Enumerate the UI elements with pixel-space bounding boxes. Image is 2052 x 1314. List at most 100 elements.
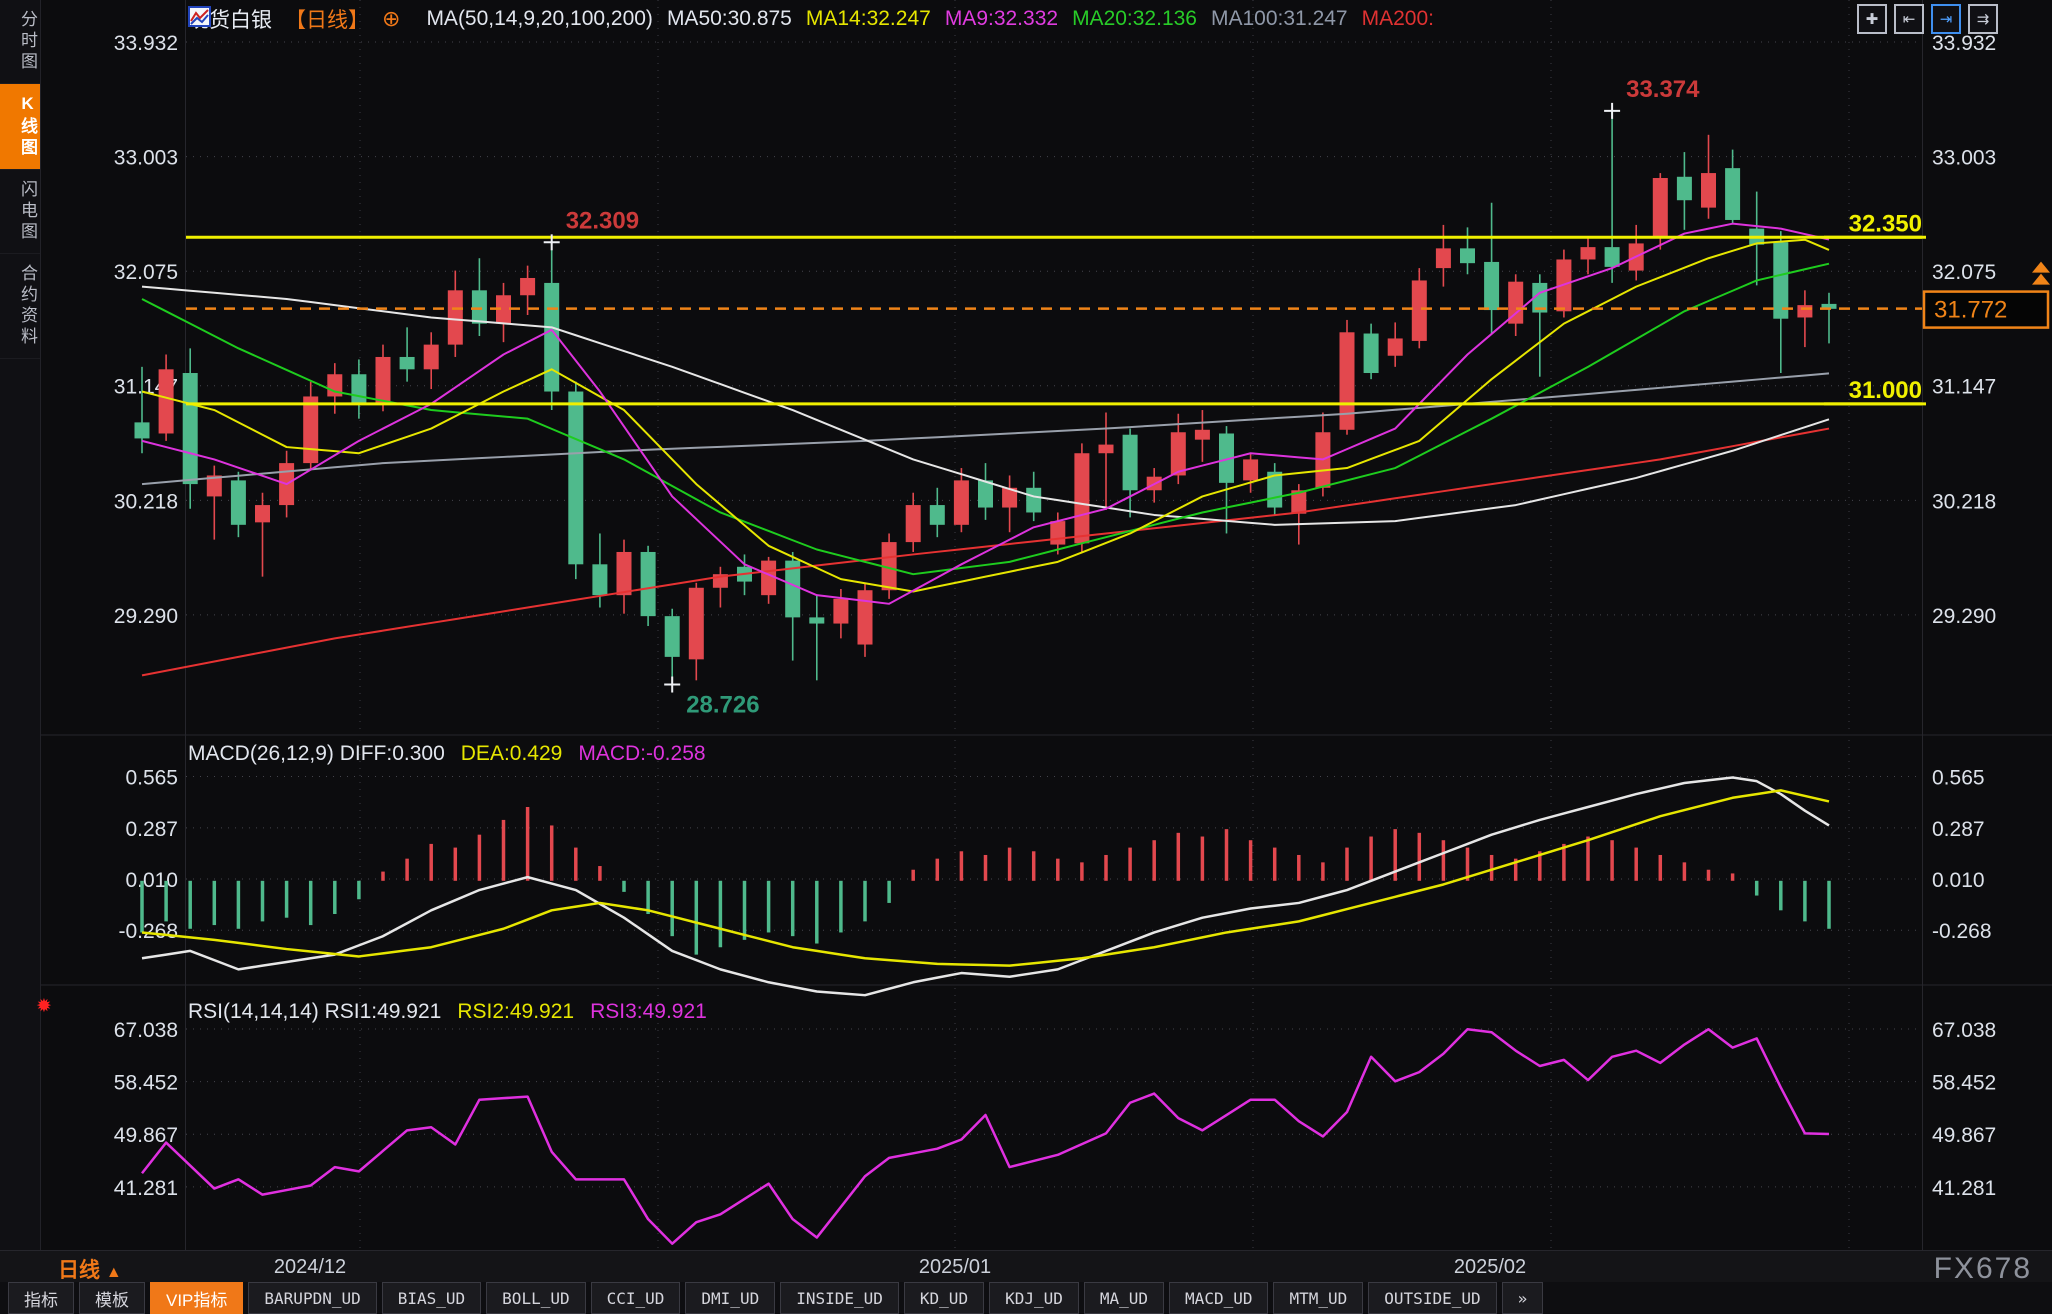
ma-label-5: MA100:31.247 [1211,7,1348,30]
hline-price-label: 32.350 [1849,210,1922,237]
candle-body [135,422,150,438]
candle-body [641,552,656,616]
left-sidebar: 分时图K线图闪电图合约资料 [0,0,41,1250]
tab-CCI_UD[interactable]: CCI_UD [591,1282,681,1314]
tab-INSIDE_UD[interactable]: INSIDE_UD [780,1282,899,1314]
rsi-header-part-2: RSI3:49.921 [590,1000,707,1024]
candle-body [833,599,848,624]
chart-title-bar: 现货白银 【日线】 ⊕ MA(50,14,9,20,100,200)MA50:3… [188,6,1448,32]
price-axis-left-label: 30.218 [114,490,178,513]
period-label: 日线 [58,1259,100,1282]
time-axis-row: 日线 ▲ 2024/12 2025/01 2025/02 [0,1250,2052,1283]
price-axis-right-label: 31.147 [1932,376,1996,399]
candle-body [1243,459,1258,480]
macd-axis-left-label: -0.268 [118,920,178,943]
date-label-2: 2025/02 [1454,1256,1526,1279]
candle-body [568,392,583,565]
price-axis-left-label: 32.075 [114,261,178,284]
rsi-axis-left-label: 58.452 [114,1072,178,1095]
tab-BIAS_UD[interactable]: BIAS_UD [382,1282,481,1314]
macd-axis-left-label: 0.287 [125,818,178,841]
tab-BARUPDN_UD[interactable]: BARUPDN_UD [248,1282,376,1314]
ma-label-6: MA200: [1362,7,1434,30]
auto-scroll-icon[interactable]: ⇥ [1931,4,1961,34]
price-annotation: 33.374 [1626,76,1700,103]
last-price-value: 31.772 [1934,297,2007,324]
date-label-1: 2025/01 [919,1256,991,1279]
candle-body [376,357,391,404]
candle-body [448,290,463,344]
candle-body [1701,173,1716,208]
candle-body [231,480,246,524]
crosshair-pan-icon[interactable]: ✚ [1857,4,1887,34]
candle-body [1605,247,1620,267]
candle-body [1797,305,1812,317]
price-axis-right-label: 33.003 [1932,147,1996,170]
ma-label-2: MA14:32.247 [806,7,931,30]
candle-body [809,617,824,623]
candle-body [1123,435,1138,491]
macd-axis-right-label: -0.268 [1932,920,1992,943]
candle-body [424,345,439,370]
candle-body [1195,430,1210,440]
tab-more-chevron[interactable]: » [1502,1282,1544,1314]
rsi-line [142,1029,1829,1243]
tab-DMI_UD[interactable]: DMI_UD [685,1282,775,1314]
ma20-line [142,264,1829,575]
candle-body [689,588,704,660]
ma-label-3: MA9:32.332 [945,7,1058,30]
tab-指标[interactable]: 指标 [8,1282,74,1314]
candle-body [520,278,535,295]
candle-body [1412,280,1427,340]
rsi-header-part-1: RSI2:49.921 [457,1000,574,1024]
sidebar-item-1[interactable]: K线图 [0,84,40,170]
collapse-panel-icon[interactable]: ⇉ [1968,4,1998,34]
tab-MA_UD[interactable]: MA_UD [1084,1282,1164,1314]
candle-body [978,480,993,507]
candle-body [159,369,174,433]
rsi-axis-left-label: 41.281 [114,1177,178,1200]
triangle-up-icon: ▲ [106,1264,122,1281]
tab-BOLL_UD[interactable]: BOLL_UD [486,1282,585,1314]
candle-body [1074,453,1089,543]
candle-body [954,480,969,524]
ma-label-1: MA50:30.875 [667,7,792,30]
date-label-0: 2024/12 [274,1256,346,1279]
tab-MACD_UD[interactable]: MACD_UD [1169,1282,1268,1314]
sidebar-item-3[interactable]: 合约资料 [0,254,40,359]
tab-MTM_UD[interactable]: MTM_UD [1273,1282,1363,1314]
period-tag[interactable]: 【日线】 [285,4,369,34]
candle-body [1436,248,1451,268]
candle-body [592,564,607,595]
candle-body [1725,168,1740,220]
tab-模板[interactable]: 模板 [79,1282,145,1314]
price-annotation: 32.309 [566,207,639,234]
rsi-axis-right-label: 41.281 [1932,1177,1996,1200]
candle-body [1581,247,1596,259]
macd-header-part-0: MACD(26,12,9) DIFF:0.300 [188,742,445,766]
candle-body [930,505,945,525]
axis-scale-left-icon[interactable]: ⇤ [1894,4,1924,34]
candle-body [1050,521,1065,544]
candle-body [1653,178,1668,237]
circle-plus-icon[interactable]: ⊕ [382,6,400,32]
tab-KD_UD[interactable]: KD_UD [904,1282,984,1314]
tab-OUTSIDE_UD[interactable]: OUTSIDE_UD [1368,1282,1496,1314]
candle-body [400,357,415,369]
tab-VIP指标[interactable]: VIP指标 [150,1282,243,1314]
price-axis-left-label: 29.290 [114,605,178,628]
sidebar-item-2[interactable]: 闪电图 [0,170,40,254]
candle-body [1677,177,1692,200]
macd-axis-right-label: 0.287 [1932,818,1985,841]
scroll-up-arrow-icon [2032,274,2050,285]
sun-marker-icon[interactable]: ✹ [36,995,52,1018]
price-chart-canvas[interactable]: 33.93233.93233.00333.00332.07532.07531.1… [0,0,2052,1250]
macd-header-part-2: MACD:-0.258 [578,742,705,766]
period-selector-button[interactable]: 日线 ▲ [58,1254,122,1284]
candle-body [1460,248,1475,263]
ma-values-row: MA(50,14,9,20,100,200)MA50:30.875MA14:32… [426,7,1448,31]
price-axis-right-label: 30.218 [1932,490,1996,513]
indicator-tab-bar: 指标模板VIP指标BARUPDN_UDBIAS_UDBOLL_UDCCI_UDD… [0,1282,2052,1314]
sidebar-item-0[interactable]: 分时图 [0,0,40,84]
tab-KDJ_UD[interactable]: KDJ_UD [989,1282,1079,1314]
